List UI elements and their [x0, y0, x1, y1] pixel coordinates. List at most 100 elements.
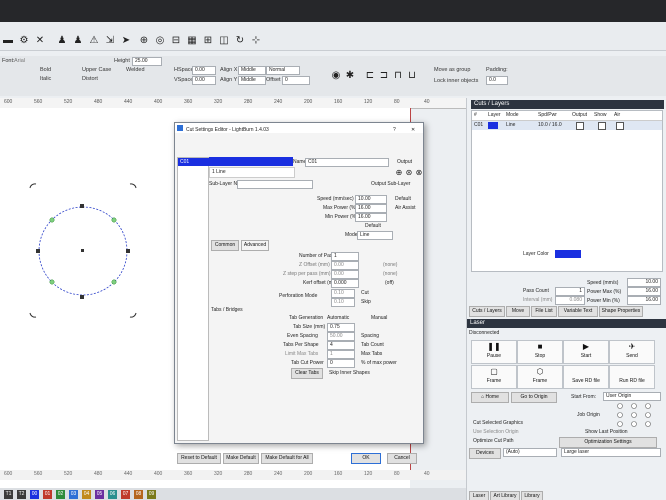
handle-right[interactable] — [126, 249, 130, 253]
align-icon[interactable]: ⊟ — [170, 35, 182, 47]
palette-swatch[interactable]: 05 — [95, 490, 104, 499]
palette-swatch[interactable]: 03 — [69, 490, 78, 499]
automatic-radio[interactable]: Automatic — [327, 315, 349, 321]
kerf-input[interactable]: 0.000 — [331, 279, 359, 288]
palette-swatch[interactable]: 09 — [147, 490, 156, 499]
devices-button[interactable]: Devices — [469, 448, 501, 459]
palette-swatch[interactable]: 04 — [82, 490, 91, 499]
move-as-group-label[interactable]: Move as group — [434, 67, 470, 73]
help-button[interactable]: ? — [393, 125, 396, 135]
tab-point[interactable] — [49, 217, 55, 223]
hspace-input[interactable]: 0.00 — [192, 66, 216, 75]
welded-label[interactable]: Welded — [126, 67, 145, 73]
bold-label[interactable]: Bold — [40, 67, 51, 73]
home-button[interactable]: ⌂ Home — [471, 392, 509, 403]
use-selection-origin-checkbox[interactable]: Use Selection Origin — [473, 429, 519, 435]
tab-common[interactable]: Common — [211, 240, 239, 251]
delete-sublayer-icon[interactable]: ⊗ — [413, 167, 425, 179]
job-origin-radio-grid[interactable] — [615, 402, 655, 428]
offset-input[interactable]: 0 — [282, 76, 310, 85]
layer-color-picker[interactable] — [555, 250, 581, 258]
optimize-cut-path-checkbox[interactable]: Optimize Cut Path — [473, 438, 514, 444]
skip-inner-checkbox[interactable]: Skip Inner Shapes — [329, 370, 370, 376]
tabs-per-shape-input[interactable]: 4 — [327, 341, 355, 350]
panel-tab[interactable]: Move — [506, 306, 530, 317]
name-input[interactable]: C01 — [305, 158, 389, 167]
clear-tabs-button[interactable]: Clear Tabs — [291, 368, 323, 379]
vspace-input[interactable]: 0.00 — [192, 76, 216, 85]
ok-button[interactable]: OK — [351, 453, 381, 464]
panel-tab[interactable]: File List — [531, 306, 557, 317]
output-checkbox[interactable] — [576, 122, 584, 130]
padding-input[interactable]: 0.0 — [486, 76, 508, 85]
palette-swatch[interactable]: 08 — [134, 490, 143, 499]
distribute-v-icon[interactable]: ⊔ — [406, 70, 418, 82]
perf-skip-input[interactable]: 0.10 — [331, 298, 355, 307]
power-min-input[interactable]: 16.00 — [627, 296, 661, 305]
port-select[interactable]: (Auto) — [503, 448, 557, 457]
frame-button[interactable]: ▢ Frame — [471, 365, 517, 389]
power-max-input[interactable]: 16.00 — [627, 287, 661, 296]
default-checkbox[interactable]: Default — [395, 196, 411, 202]
handle-bottom[interactable] — [80, 295, 84, 299]
lock-inner-objects-label[interactable]: Lock inner objects — [434, 78, 478, 84]
tabs-bridges-checkbox[interactable]: Tabs / Bridges — [211, 307, 243, 313]
node-edit-icon[interactable]: ⇲ — [104, 35, 116, 47]
panel-tab[interactable]: Cuts / Layers — [469, 306, 505, 317]
target-icon[interactable]: ◎ — [154, 35, 166, 47]
settings-gear-icon[interactable]: ⚙ — [18, 35, 30, 47]
limit-max-input[interactable]: 1 — [327, 350, 355, 359]
italic-label[interactable]: Italic — [40, 76, 51, 82]
center-handle[interactable] — [81, 249, 84, 252]
interval-input[interactable]: 0.080 — [555, 296, 585, 305]
normal-select[interactable]: Normal — [266, 66, 300, 75]
palette-swatch[interactable]: 02 — [56, 490, 65, 499]
tab-point[interactable] — [111, 279, 117, 285]
users-icon[interactable]: ♟ — [56, 35, 68, 47]
panel-tab[interactable]: Shape Properties — [599, 306, 643, 317]
bottom-tab[interactable]: Library — [521, 491, 543, 500]
tab-advanced[interactable]: Advanced — [241, 240, 269, 251]
layer-color-swatch[interactable] — [488, 122, 498, 129]
perforation-checkbox[interactable]: Perforation Mode — [279, 293, 317, 299]
reset-default-button[interactable]: Reset to Default — [177, 453, 221, 464]
height-input[interactable]: 25.00 — [132, 57, 162, 66]
align-center-icon[interactable]: ⊐ — [378, 70, 390, 82]
mode-select[interactable]: Line — [357, 231, 393, 240]
font-select[interactable]: Arial — [14, 58, 25, 64]
save-rd-button[interactable]: Save RD file — [563, 365, 609, 389]
palette-swatch[interactable]: T1 — [4, 490, 13, 499]
output-sublayer-checkbox[interactable]: Output Sub-Layer — [371, 181, 410, 187]
laser-icon[interactable]: ✱ — [344, 70, 356, 82]
align-left-icon[interactable]: ⊏ — [364, 70, 376, 82]
speed-input[interactable]: 10.00 — [627, 278, 661, 287]
speed-input[interactable]: 10.00 — [355, 195, 387, 204]
sublayer-item[interactable]: 1 Line — [212, 169, 226, 175]
mirror-icon[interactable]: ◫ — [218, 35, 230, 47]
palette-swatch[interactable]: 00 — [30, 490, 39, 499]
new-file-icon[interactable]: ▬ — [2, 35, 14, 47]
send-button[interactable]: ✈ Send — [609, 340, 655, 364]
cut-selected-checkbox[interactable]: Cut Selected Graphics — [473, 420, 523, 426]
pause-button[interactable]: ❚❚ Pause — [471, 340, 517, 364]
rotate-handle[interactable] — [129, 312, 137, 318]
air-checkbox[interactable] — [616, 122, 624, 130]
palette-swatch[interactable]: 01 — [43, 490, 52, 499]
rotate-handle[interactable] — [29, 312, 37, 318]
grid-icon[interactable]: ▦ — [186, 35, 198, 47]
rotate-icon[interactable]: ↻ — [234, 35, 246, 47]
pass-count-input[interactable]: 1 — [555, 287, 585, 296]
stop-button[interactable]: ■ Stop — [517, 340, 563, 364]
palette-swatch[interactable]: T2 — [17, 490, 26, 499]
warning-icon[interactable]: ⚠ — [88, 35, 100, 47]
distribute-icon[interactable]: ⊓ — [392, 70, 404, 82]
sublayer-name-input[interactable] — [237, 180, 313, 189]
tools-icon[interactable]: ✕ — [34, 35, 46, 47]
close-button[interactable]: ✕ — [411, 125, 415, 135]
make-default-button[interactable]: Make Default — [223, 453, 259, 464]
min-power-input[interactable]: 16.00 — [355, 213, 387, 222]
start-button[interactable]: ▶ Start — [563, 340, 609, 364]
group-icon[interactable]: ♟ — [72, 35, 84, 47]
go-to-origin-button[interactable]: Go to Origin — [511, 392, 557, 403]
tab-point[interactable] — [111, 217, 117, 223]
